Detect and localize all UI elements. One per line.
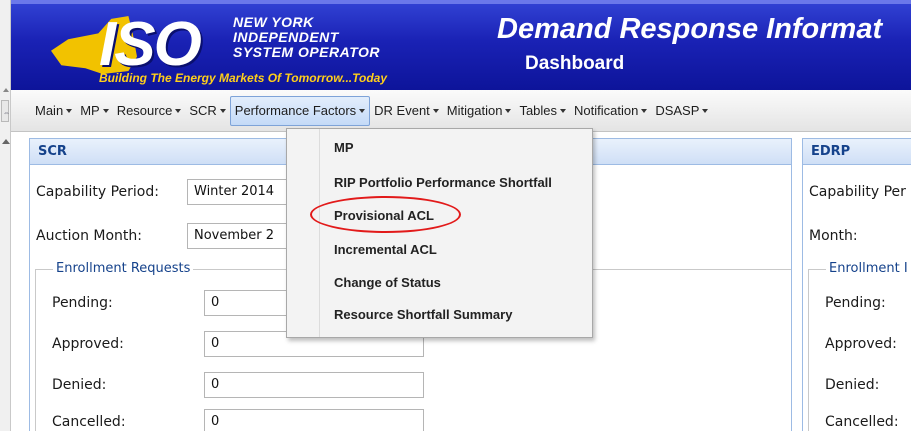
edrp-approved-label: Approved: <box>825 336 897 352</box>
collapse-arrow-icon[interactable] <box>3 88 9 92</box>
caret-down-icon <box>102 108 109 113</box>
main-menu-bar: Main MP Resource SCR Performance Factors… <box>11 90 911 132</box>
caret-down-icon <box>560 108 567 113</box>
dropdown-item-rip-portfolio-performance-shortfall[interactable]: RIP Portfolio Performance Shortfall <box>320 170 590 196</box>
header-banner: ISO NEW YORK INDEPENDENT SYSTEM OPERATOR… <box>11 0 911 90</box>
menu-label: Resource <box>116 103 173 118</box>
menu-label: Main <box>35 103 64 118</box>
caret-down-icon <box>175 108 182 113</box>
menu-main[interactable]: Main <box>31 96 76 126</box>
app-title: Demand Response Informat <box>497 13 883 45</box>
logo-tagline: Building The Energy Markets Of Tomorrow.… <box>99 71 388 85</box>
caret-down-icon <box>702 108 709 113</box>
menu-tables[interactable]: Tables <box>515 96 570 126</box>
caret-down-icon <box>219 108 226 113</box>
cancelled-label: Cancelled: <box>52 414 126 430</box>
menu-label: Tables <box>519 103 558 118</box>
menu-label: Performance Factors <box>234 103 357 118</box>
edrp-pending-label: Pending: <box>825 295 886 311</box>
menu-label: SCR <box>189 103 217 118</box>
capability-period-label: Capability Period: <box>36 184 159 200</box>
scroll-up-arrow-icon[interactable] <box>2 139 10 144</box>
menu-scr[interactable]: SCR <box>185 96 229 126</box>
banner-top-stripe <box>11 0 911 4</box>
dropdown-item-mp[interactable]: MP <box>320 135 590 161</box>
menu-label: DR Event <box>374 103 430 118</box>
logo-org-line-1: NEW YORK <box>233 14 314 30</box>
dropdown-item-provisional-acl[interactable]: Provisional ACL <box>320 203 590 229</box>
performance-factors-dropdown: MP RIP Portfolio Performance Shortfall P… <box>286 128 593 338</box>
menu-label: Mitigation <box>446 103 503 118</box>
dropdown-item-incremental-acl[interactable]: Incremental ACL <box>320 237 590 263</box>
menu-performance-factors[interactable]: Performance Factors <box>229 95 371 126</box>
menu-label: Notification <box>574 103 639 118</box>
menu-notification[interactable]: Notification <box>570 96 651 126</box>
menu-resource[interactable]: Resource <box>113 96 186 126</box>
menu-dsasp[interactable]: DSASP <box>651 96 712 126</box>
enrollment-requests-legend: Enrollment Requests <box>53 261 194 276</box>
nyiso-logo[interactable]: ISO NEW YORK INDEPENDENT SYSTEM OPERATOR… <box>35 6 495 90</box>
menu-label: DSASP <box>655 103 700 118</box>
cancelled-count-field[interactable]: 0 <box>204 409 424 431</box>
caret-down-icon <box>66 108 73 113</box>
approved-label: Approved: <box>52 336 124 352</box>
edrp-capability-period-label: Capability Per <box>809 184 906 200</box>
edrp-cancelled-label: Cancelled: <box>825 414 899 430</box>
logo-org-line-3: SYSTEM OPERATOR <box>233 44 381 60</box>
caret-down-icon <box>505 108 512 113</box>
splitter-grip-icon[interactable]: ⇔ <box>1 100 10 122</box>
logo-org-line-2: INDEPENDENT <box>233 29 339 45</box>
caret-down-icon <box>359 108 366 113</box>
pending-label: Pending: <box>52 295 113 311</box>
denied-label: Denied: <box>52 377 107 393</box>
caret-down-icon <box>641 108 648 113</box>
edrp-panel-title: EDRP <box>803 139 911 165</box>
edrp-month-label: Month: <box>809 228 858 244</box>
dropdown-item-change-of-status[interactable]: Change of Status <box>320 270 590 296</box>
menu-label: MP <box>80 103 100 118</box>
menu-dr-event[interactable]: DR Event <box>370 96 443 126</box>
edrp-panel: EDRP Capability Per Month: Enrollment I … <box>802 138 911 431</box>
page-subtitle: Dashboard <box>525 53 625 74</box>
dropdown-item-resource-shortfall-summary[interactable]: Resource Shortfall Summary <box>320 302 590 328</box>
caret-down-icon <box>432 108 439 113</box>
left-scroll-strip: ⇔ <box>0 0 11 431</box>
menu-mitigation[interactable]: Mitigation <box>443 96 516 126</box>
auction-month-label: Auction Month: <box>36 228 143 244</box>
menu-mp[interactable]: MP <box>76 96 113 126</box>
edrp-denied-label: Denied: <box>825 377 880 393</box>
logo-iso-text: ISO <box>99 10 202 79</box>
edrp-enrollment-legend: Enrollment I <box>826 261 911 276</box>
denied-count-field[interactable]: 0 <box>204 372 424 398</box>
